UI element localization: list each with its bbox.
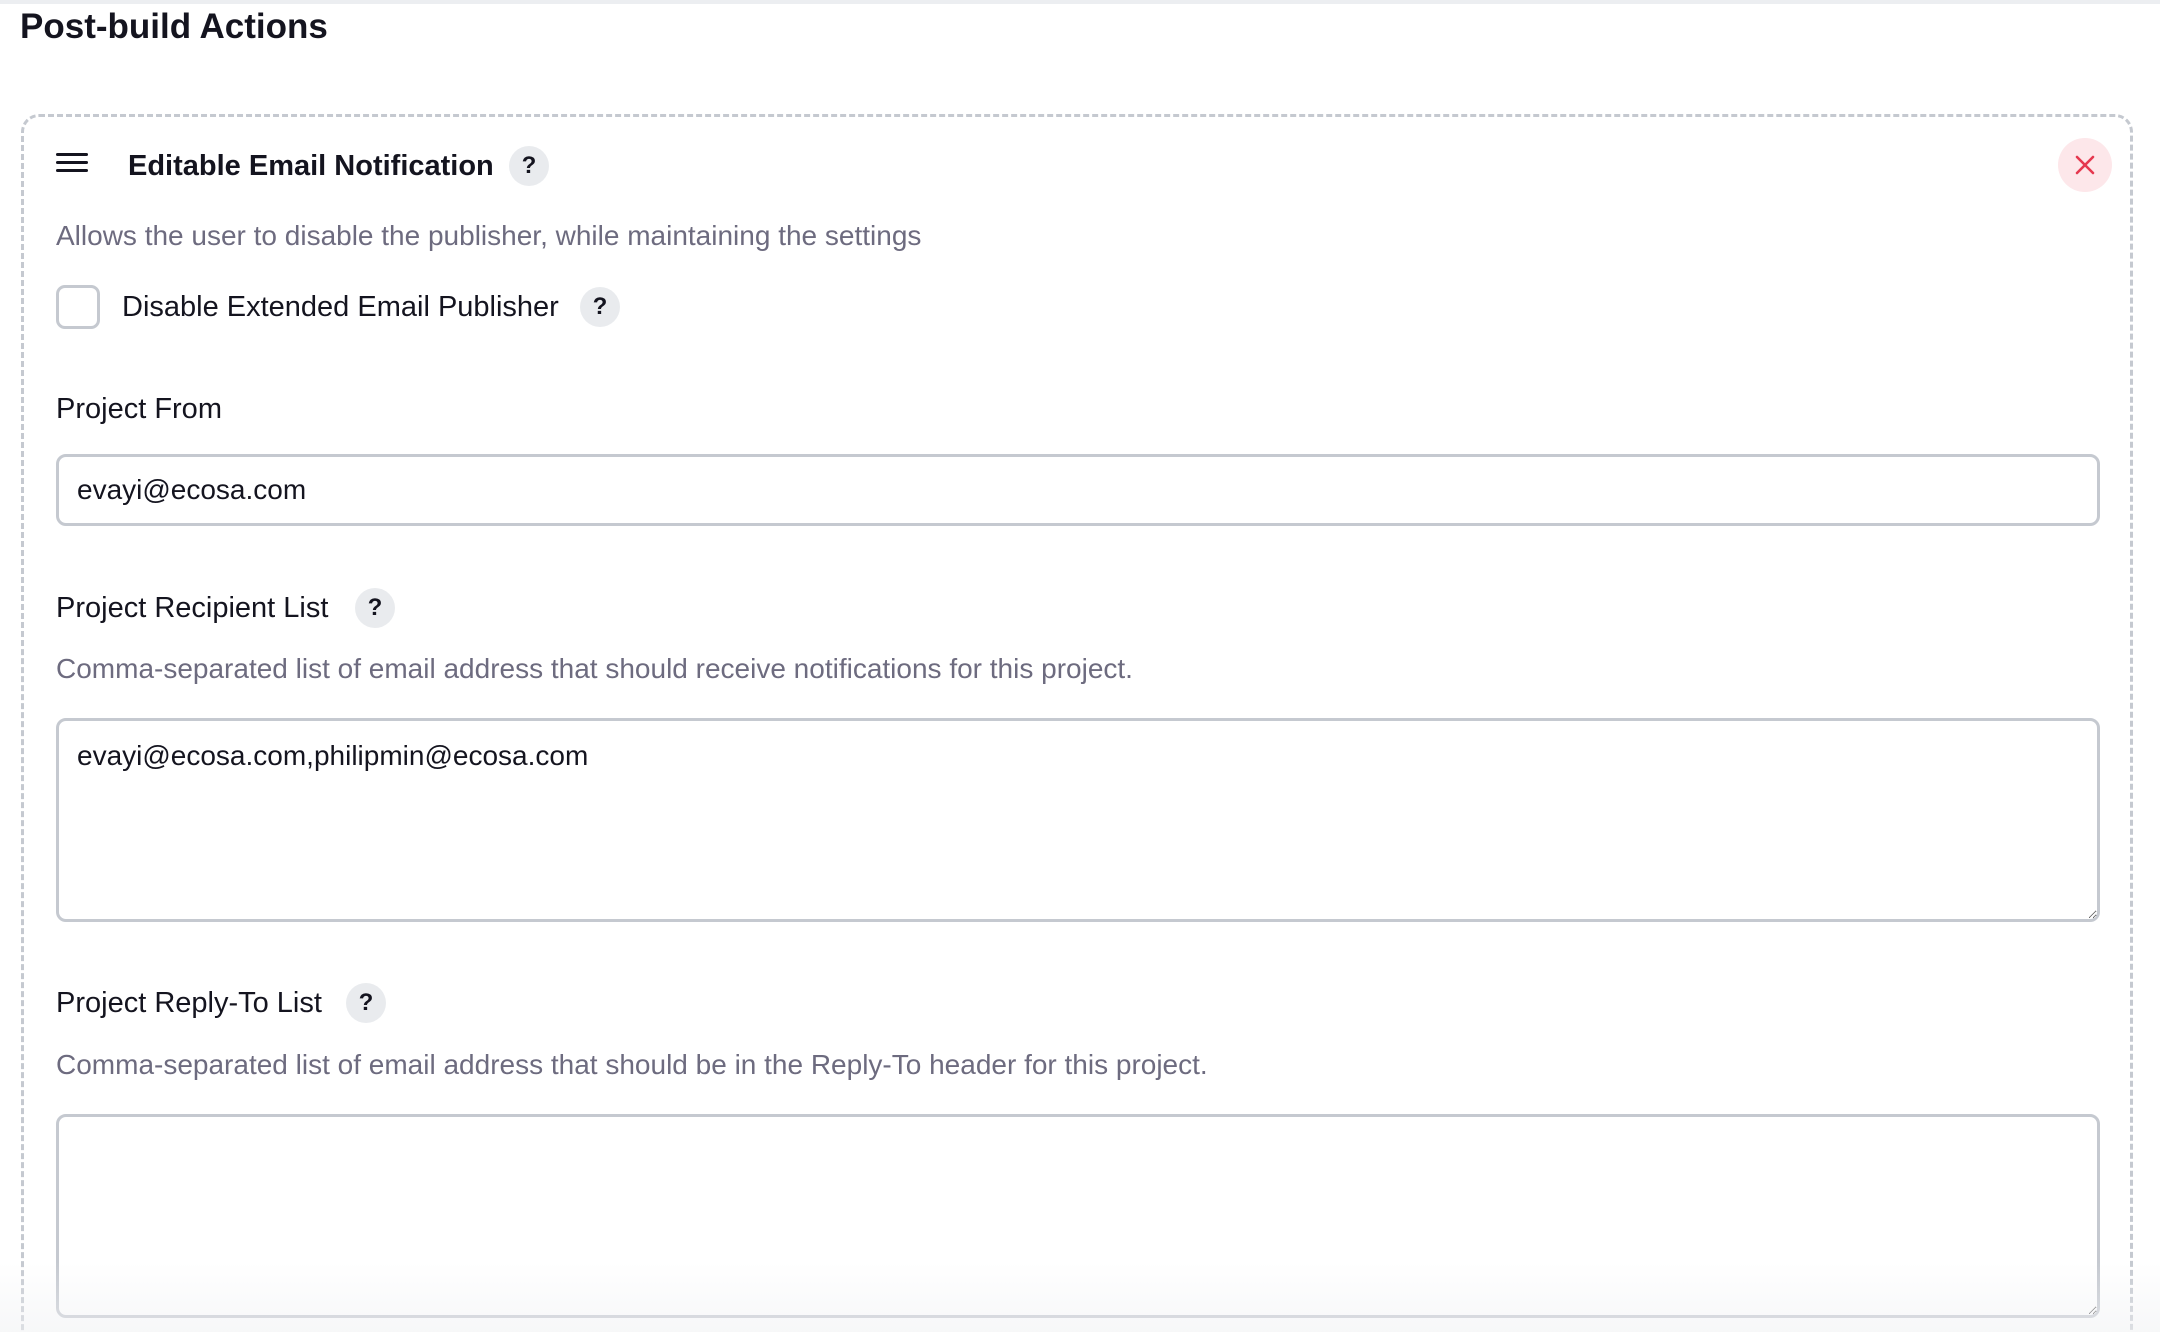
close-button[interactable] [2058,138,2112,192]
reply-to-list-label: Project Reply-To List [56,987,322,1019]
section-title: Post-build Actions [20,7,328,46]
disable-publisher-checkbox[interactable] [56,285,100,329]
help-icon-reply-to-list[interactable]: ? [346,983,386,1023]
drag-handle-icon[interactable] [56,153,90,179]
project-from-input[interactable] [56,454,2100,526]
help-icon-disable-publisher[interactable]: ? [580,287,620,327]
reply-to-list-textarea[interactable] [56,1114,2100,1318]
top-divider [0,0,2160,4]
help-icon-panel[interactable]: ? [509,146,549,186]
panel-title: Editable Email Notification [128,150,494,182]
recipient-list-description: Comma-separated list of email address th… [56,653,1133,684]
disable-publisher-label[interactable]: Disable Extended Email Publisher [122,289,559,325]
reply-to-list-description: Comma-separated list of email address th… [56,1049,1208,1080]
recipient-list-label: Project Recipient List [56,592,329,624]
project-from-label: Project From [56,393,222,425]
recipient-list-textarea[interactable]: evayi@ecosa.com,philipmin@ecosa.com [56,718,2100,922]
help-icon-recipient-list[interactable]: ? [355,588,395,628]
panel-description: Allows the user to disable the publisher… [56,220,922,251]
close-icon [2075,155,2095,175]
